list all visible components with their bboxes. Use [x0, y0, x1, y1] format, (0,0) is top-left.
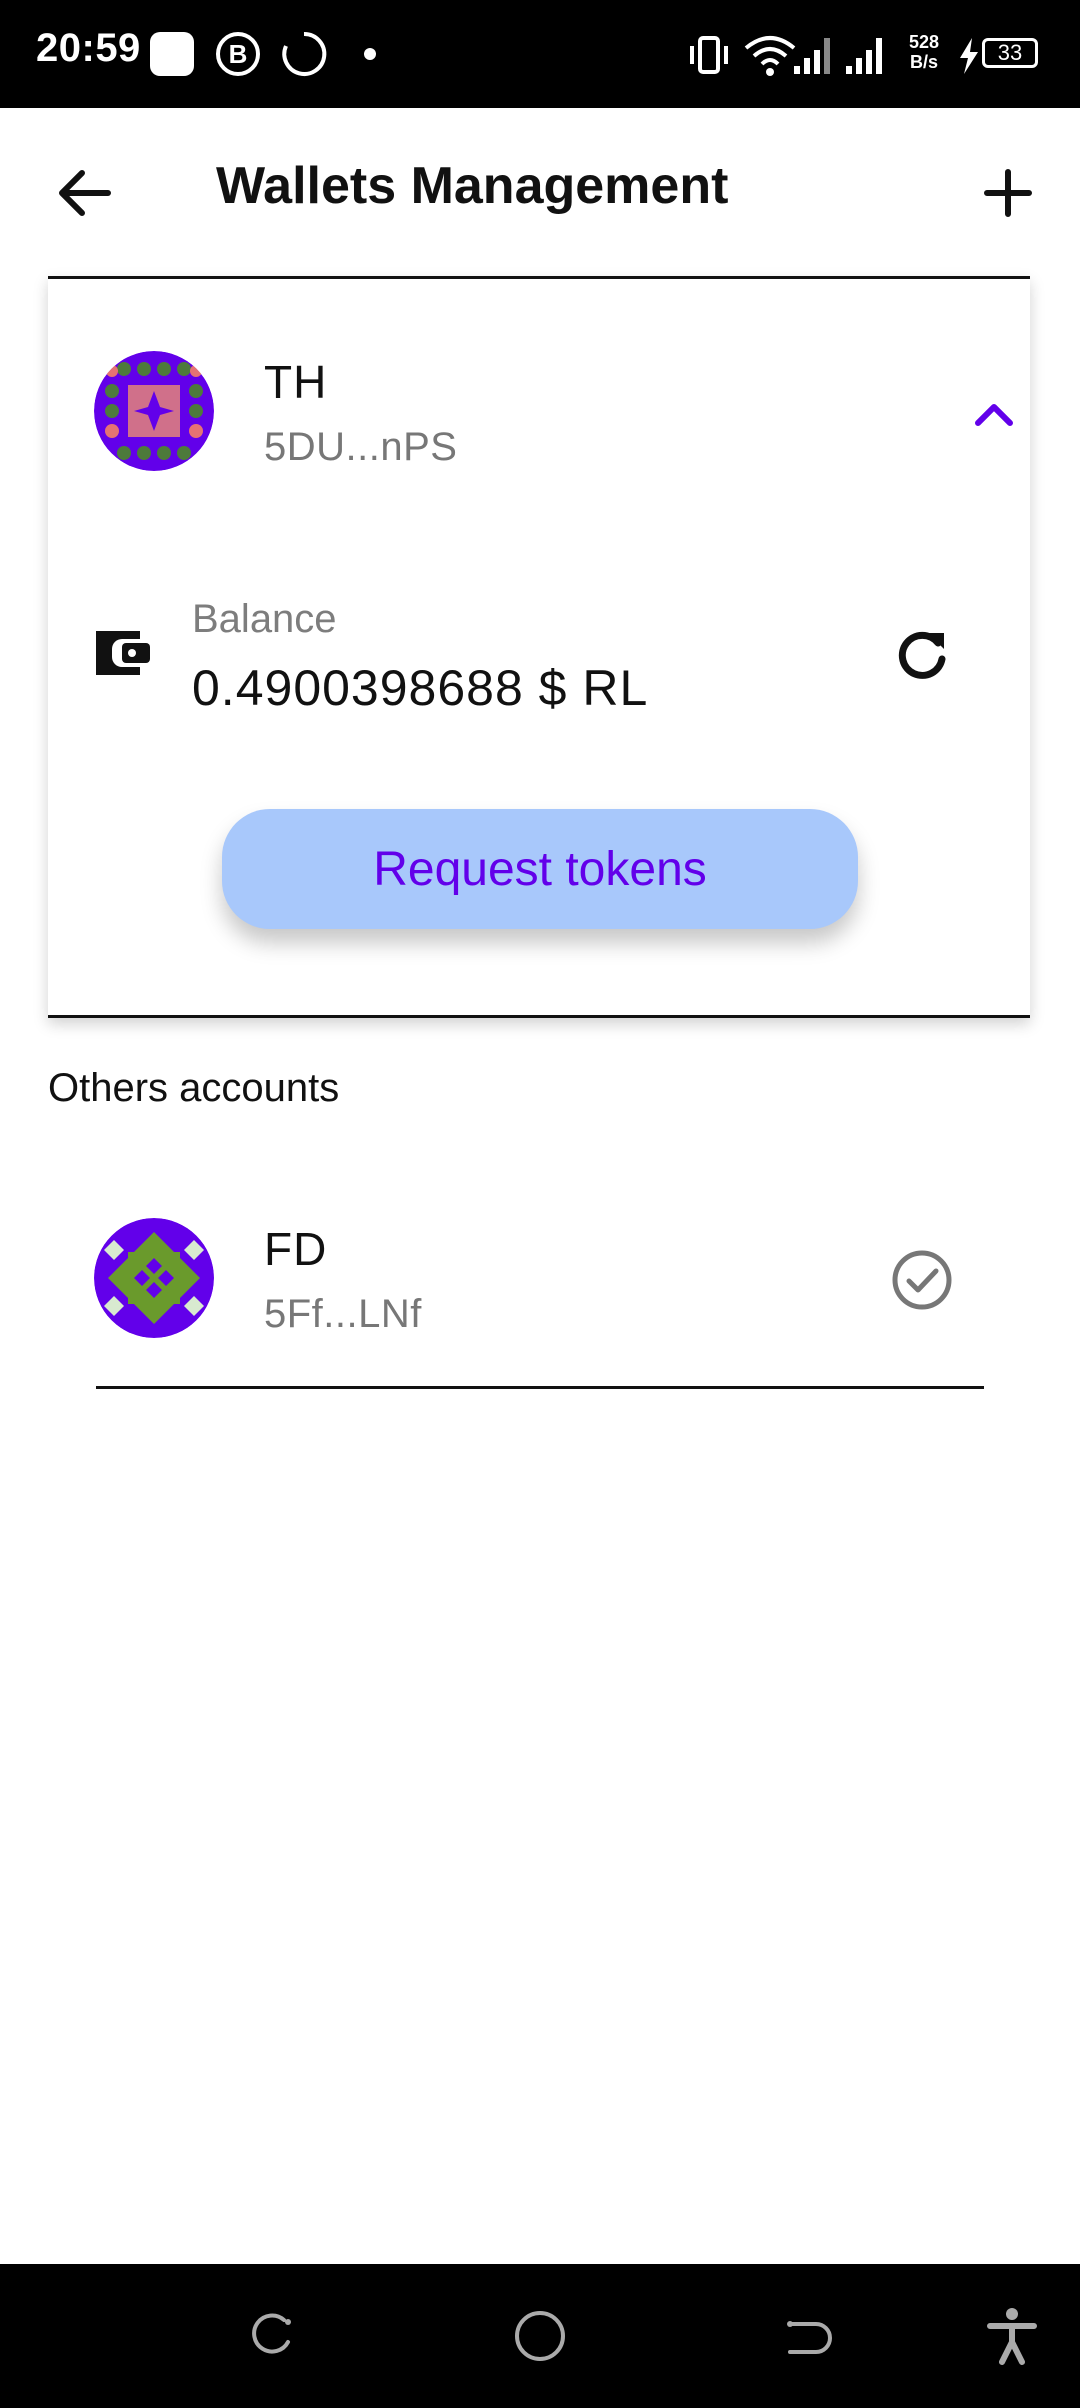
dot-icon: [364, 48, 376, 60]
loading-circle-icon: [282, 31, 327, 76]
back-icon[interactable]: [782, 2310, 834, 2362]
current-wallet-card: TH 5DU...nPS Balance 0.4900398688 $ RL R…: [48, 276, 1030, 1018]
check-circle-icon[interactable]: [890, 1248, 954, 1312]
wallet-name: TH: [264, 356, 328, 408]
balance-label: Balance: [192, 597, 337, 641]
page-title: Wallets Management: [216, 157, 729, 215]
battery-level: 33: [997, 40, 1023, 65]
svg-text:B: B: [229, 39, 248, 69]
account-avatar: [94, 1218, 214, 1338]
accessibility-icon[interactable]: [984, 2306, 1040, 2366]
status-bar: 20:59 B 528 B/s 33: [0, 0, 1080, 108]
chevron-up-icon[interactable]: [972, 399, 1016, 429]
signal-icon: [794, 38, 830, 74]
add-wallet-button[interactable]: [978, 160, 1038, 226]
system-nav-bar: [0, 2264, 1080, 2408]
back-button[interactable]: [52, 160, 118, 226]
battery-icon: 33: [982, 38, 1038, 68]
refresh-icon[interactable]: [894, 627, 950, 683]
wallet-icon: [96, 631, 150, 675]
signal-icon-2: [846, 38, 882, 74]
charging-icon: [960, 38, 978, 74]
vibrate-icon: [690, 36, 728, 74]
request-tokens-button[interactable]: Request tokens: [222, 809, 858, 929]
square-app-icon: [150, 32, 194, 76]
net-speed: 528 B/s: [896, 32, 952, 72]
b-circle-icon: B: [216, 32, 260, 76]
wallet-avatar: [94, 351, 214, 471]
back-arrow-icon: [59, 170, 111, 216]
balance-value: 0.4900398688 $ RL: [192, 660, 649, 716]
account-item[interactable]: FD 5Ff...LNf: [48, 1210, 1030, 1350]
plus-icon: [984, 169, 1032, 217]
home-icon[interactable]: [512, 2308, 568, 2364]
account-name: FD: [264, 1223, 328, 1275]
recents-icon[interactable]: [244, 2310, 296, 2362]
identicon-icon: [94, 351, 214, 471]
wallet-address: 5DU...nPS: [264, 425, 458, 469]
status-time: 20:59: [36, 26, 141, 70]
net-speed-unit: B/s: [909, 52, 938, 72]
account-divider: [96, 1386, 984, 1389]
account-address: 5Ff...LNf: [264, 1292, 422, 1336]
net-speed-value: 528: [908, 32, 940, 52]
others-accounts-title: Others accounts: [48, 1066, 340, 1110]
identicon-icon: [94, 1218, 214, 1338]
